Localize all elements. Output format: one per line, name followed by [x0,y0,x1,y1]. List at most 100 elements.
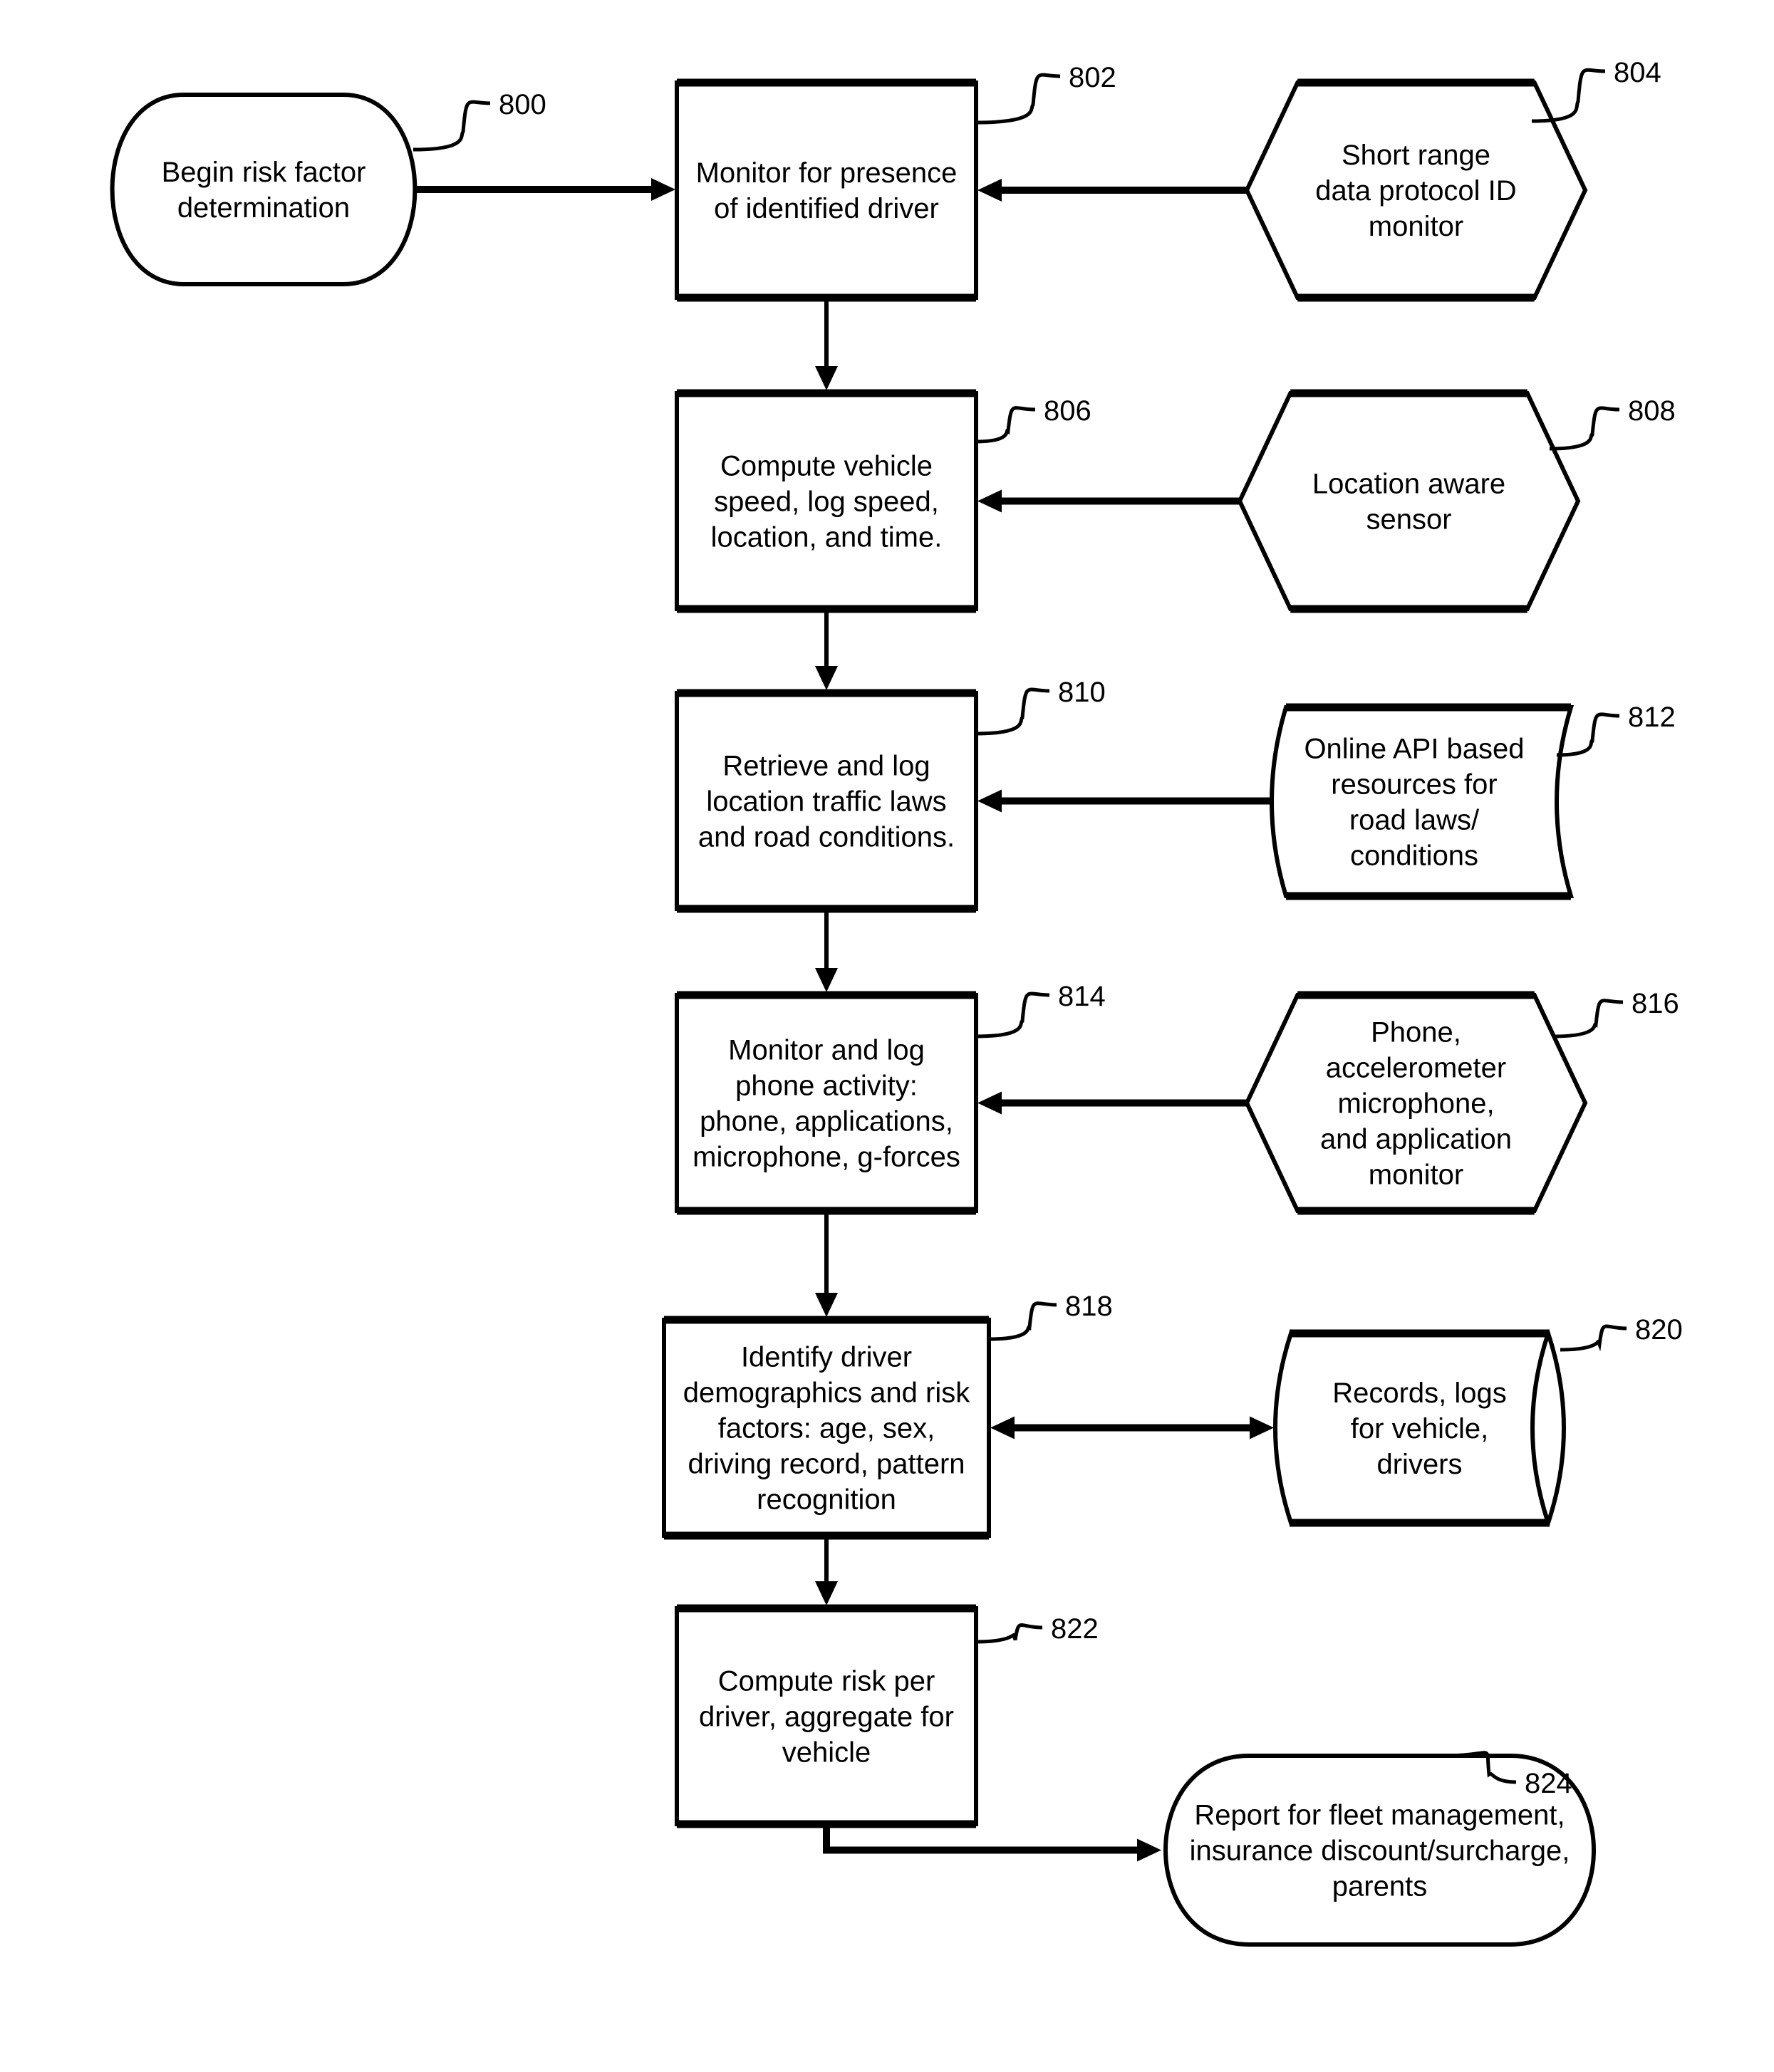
node-label-line: Online API based [1304,734,1524,765]
node-label-line: monitor [1369,211,1463,242]
risk-factor-flowchart: Begin risk factor determination 800 Monitor… [110,57,1683,1947]
hexagon-shape [1237,391,1581,611]
node-label-line: insurance discount/surcharge, [1190,1836,1570,1867]
node-label-line: Identify driver [741,1342,912,1373]
node-label-line: driver, aggregate for [699,1702,954,1733]
node-820: Records, logs for vehicle, drivers 820 [1273,1314,1683,1527]
node-804: Short range data protocol ID monitor 804 [1244,57,1661,302]
node-label-line: data protocol ID [1315,175,1516,207]
node-label-line: location, and time. [711,522,943,553]
reference-numeral: 818 [1065,1291,1113,1322]
arrowhead [977,179,1002,202]
node-label-line: conditions [1350,840,1478,872]
node-822: Compute risk per driver, aggregate for veh… [675,1604,1099,1828]
node-818: Identify driver demographics and risk fact… [662,1291,1113,1540]
reference-numeral: 800 [499,89,546,120]
node-label-line: demographics and risk [683,1378,970,1409]
arrowhead [815,366,838,390]
node-label-line: Short range [1342,140,1490,171]
node-label-line: phone activity: [735,1071,918,1102]
reference-leader [975,1623,1043,1644]
arrowhead [977,489,1002,513]
arrowhead [815,1581,838,1605]
edge-822-to-824 [823,1824,1161,1862]
reference-leader [1552,999,1624,1038]
arrowhead [815,666,838,690]
arrowhead [990,1416,1015,1440]
node-810: Retrieve and log location traffic laws and… [675,677,1106,913]
node-label-line: determination [177,192,350,224]
node-label-line: Phone, [1371,1017,1461,1048]
reference-numeral: 806 [1044,395,1091,427]
reference-numeral: 808 [1628,395,1676,427]
edge-804-to-802 [977,179,1247,202]
node-label-line: Monitor and log [728,1035,925,1066]
reference-numeral: 812 [1628,702,1676,733]
reference-leader [975,991,1050,1038]
node-label-line: Compute risk per [718,1666,935,1697]
edge-816-to-814 [977,1091,1247,1115]
reference-numeral: 802 [1069,62,1116,93]
node-label-line: Records, logs [1332,1378,1507,1409]
reference-leader [1549,406,1620,451]
edge-800-to-802 [417,178,675,201]
arrowhead [651,178,675,201]
node-816: Phone, accelerometer microphone, and applic… [1244,988,1679,1215]
node-label-line: speed, log speed, [714,486,939,518]
reference-numeral: 816 [1632,988,1679,1019]
arrowhead [1137,1838,1161,1862]
reference-numeral: 824 [1525,1768,1572,1799]
node-label-line: and road conditions. [698,822,955,853]
node-808: Location aware sensor 808 [1237,389,1676,613]
reference-numeral: 814 [1058,981,1106,1012]
reference-leader [975,73,1061,125]
node-802: Monitor for presence of identified driver… [675,62,1116,302]
arrowhead [977,789,1002,813]
edge-806-to-810 [815,609,838,690]
arrowhead [815,1293,838,1317]
node-label-line: Report for fleet management, [1194,1800,1565,1831]
reference-leader [975,687,1050,736]
node-814: Monitor and log phone activity: phone, app… [675,981,1106,1215]
reference-numeral: 820 [1635,1314,1683,1345]
reference-numeral: 822 [1051,1613,1099,1645]
terminator-shape [110,93,417,286]
reference-leader [1560,1324,1627,1352]
reference-numeral: 810 [1058,677,1106,708]
process-shape [675,80,978,300]
node-label-line: location traffic laws [706,786,946,818]
arrowhead [815,968,838,992]
node-label-line: road laws/ [1349,805,1480,836]
node-824: Report for fleet management, insurance di… [1163,1751,1596,1947]
edge-814-to-818 [815,1211,838,1317]
node-label-line: factors: age, sex, [718,1413,935,1444]
node-label-line: of identified driver [714,193,939,224]
reference-leader [988,1301,1057,1341]
node-label-line: driving record, pattern [688,1449,965,1480]
node-812: Online API based resources for road laws/c… [1270,702,1676,900]
node-label-line: monitor [1369,1160,1463,1191]
edge-810-to-814 [815,909,838,992]
node-label-line: Compute vehicle [720,451,933,482]
node-label-line: Location aware [1312,469,1505,500]
node-label-line: sensor [1366,504,1451,536]
edge-818-to-820 [990,1416,1274,1440]
node-label-line: accelerometer [1326,1053,1506,1084]
node-label-line: resources for [1331,769,1497,801]
reference-numeral: 804 [1614,57,1661,88]
node-label-line: parents [1332,1871,1427,1902]
node-label-line: recognition [757,1484,896,1516]
node-label-line: Begin risk factor [162,157,366,188]
edge-802-to-806 [815,298,838,390]
node-label-line: phone, applications, [700,1106,953,1137]
arrowhead [1250,1416,1274,1440]
node-label-line: for vehicle, [1351,1413,1488,1444]
node-label-line: drivers [1376,1449,1462,1480]
node-label-line: microphone, g-forces [693,1142,960,1173]
edge-818-to-822 [815,1536,838,1605]
node-label-line: Monitor for presence [696,157,958,189]
node-label-line: and application [1320,1124,1512,1155]
process-shape [675,993,978,1213]
node-label-line: Retrieve and log [722,751,930,782]
arrowhead [977,1091,1002,1115]
